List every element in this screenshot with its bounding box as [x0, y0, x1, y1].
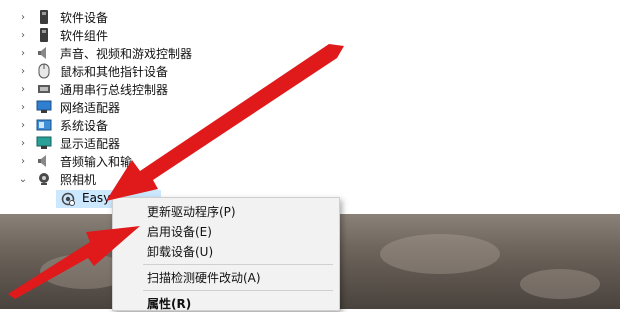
tree-item-label: 音频输入和输 — [60, 154, 133, 169]
tree-item-usb[interactable]: › 通用串行总线控制器 — [0, 80, 300, 98]
tree-item-network-adapter[interactable]: › 网络适配器 — [0, 98, 300, 116]
chevron-right-icon[interactable]: › — [18, 80, 28, 98]
tree-item-label: 照相机 — [60, 172, 97, 187]
mouse-icon — [36, 63, 52, 79]
menu-item-update-driver[interactable]: 更新驱动程序(P) — [147, 203, 236, 220]
tree-item-label: 网络适配器 — [60, 100, 121, 115]
tree-item-display-adapter[interactable]: › 显示适配器 — [0, 134, 300, 152]
chevron-right-icon[interactable]: › — [18, 152, 28, 170]
software-device-icon — [36, 9, 52, 25]
tree-item-sound-video-game[interactable]: › 声音、视频和游戏控制器 — [0, 44, 300, 62]
tree-item-label: 软件组件 — [60, 28, 109, 43]
tree-item-software-component[interactable]: › 软件组件 — [0, 26, 300, 44]
camera-icon — [36, 171, 52, 187]
display-adapter-icon — [36, 135, 52, 151]
camera-device-icon — [60, 191, 76, 207]
tree-item-system-device[interactable]: › 系统设备 — [0, 116, 300, 134]
tree-item-label: 声音、视频和游戏控制器 — [60, 46, 193, 61]
network-adapter-icon — [36, 99, 52, 115]
tree-item-label: 通用串行总线控制器 — [60, 82, 169, 97]
chevron-right-icon[interactable]: › — [18, 62, 28, 80]
system-device-icon — [36, 117, 52, 133]
usb-icon — [36, 81, 52, 97]
software-component-icon — [36, 27, 52, 43]
menu-item-properties[interactable]: 属性(R) — [147, 295, 191, 312]
context-menu: 更新驱动程序(P) 启用设备(E) 卸载设备(U) 扫描检测硬件改动(A) 属性… — [112, 197, 340, 311]
menu-item-scan-hardware[interactable]: 扫描检测硬件改动(A) — [147, 269, 261, 286]
tree-item-software-device[interactable]: › 软件设备 — [0, 8, 300, 26]
chevron-down-icon[interactable]: ⌄ — [18, 170, 28, 188]
chevron-right-icon[interactable]: › — [18, 26, 28, 44]
menu-item-uninstall-device[interactable]: 卸载设备(U) — [147, 243, 213, 260]
tree-item-audio-io[interactable]: › 音频输入和输 — [0, 152, 300, 170]
tree-item-mouse[interactable]: › 鼠标和其他指针设备 — [0, 62, 300, 80]
menu-separator — [143, 264, 333, 265]
tree-item-camera[interactable]: ⌄ 照相机 — [0, 170, 300, 188]
chevron-right-icon[interactable]: › — [18, 134, 28, 152]
speaker-icon — [36, 45, 52, 61]
menu-separator — [143, 290, 333, 291]
audio-io-icon — [36, 153, 52, 169]
menu-item-enable-device[interactable]: 启用设备(E) — [147, 223, 212, 240]
chevron-right-icon[interactable]: › — [18, 116, 28, 134]
tree-item-label: 软件设备 — [60, 10, 109, 25]
device-manager-window: › 软件设备 › 软件组件 › 声音、视频和游戏控制器 › 鼠标和其他指针设备 … — [0, 0, 620, 214]
tree-item-label: 系统设备 — [60, 118, 109, 133]
tree-item-label: 鼠标和其他指针设备 — [60, 64, 169, 79]
chevron-right-icon[interactable]: › — [18, 98, 28, 116]
chevron-right-icon[interactable]: › — [18, 8, 28, 26]
chevron-right-icon[interactable]: › — [18, 44, 28, 62]
tree-item-label: 显示适配器 — [60, 136, 121, 151]
